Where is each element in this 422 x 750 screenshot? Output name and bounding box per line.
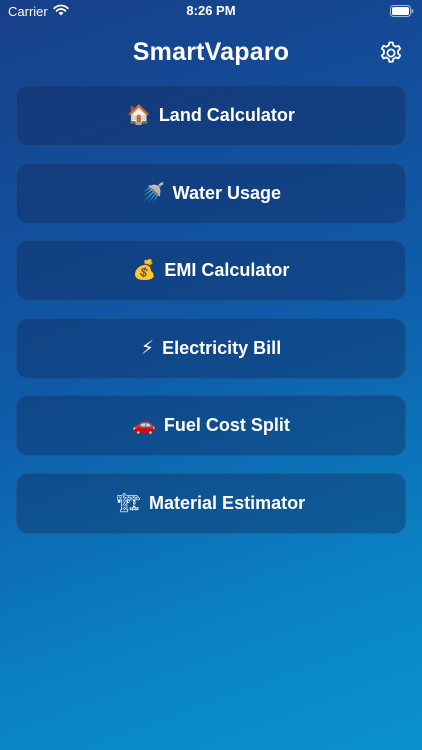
app-title: SmartVaparo — [132, 38, 290, 66]
lightning-icon: ⚡ — [140, 336, 155, 359]
emi-calculator-button[interactable]: 💰 EMI Calculator — [16, 240, 406, 301]
land-calculator-label: Land Calculator — [158, 105, 295, 125]
emi-calculator-label: EMI Calculator — [164, 260, 290, 280]
water-usage-label: Water Usage — [172, 182, 282, 203]
calculator-menu: 🏠 Land Calculator 🚿 Water Usage 💰 EMI Ca… — [16, 85, 406, 550]
land-calculator-button[interactable]: 🏠 Land Calculator — [16, 85, 406, 146]
material-estimator-button[interactable]: 🏗 Material Estimator — [16, 472, 406, 534]
water-usage-button[interactable]: 🚿 Water Usage — [16, 162, 406, 224]
status-time: 8:26 PM — [186, 3, 236, 18]
house-icon: 🏠 — [127, 104, 151, 126]
gear-icon[interactable] — [378, 40, 404, 66]
status-bar: Carrier 8:26 PM — [0, 0, 422, 22]
electricity-bill-label: Electricity Bill — [162, 337, 282, 358]
money-bag-icon: 💰 — [132, 259, 157, 281]
battery-icon — [390, 5, 414, 17]
crane-icon: 🏗 — [116, 491, 142, 514]
car-icon: 🚗 — [132, 414, 156, 436]
material-estimator-label: Material Estimator — [149, 492, 306, 513]
electricity-bill-button[interactable]: ⚡ Electricity Bill — [16, 317, 406, 379]
settings-button[interactable] — [378, 40, 404, 66]
fuel-cost-split-label: Fuel Cost Split — [163, 415, 290, 435]
app-screen: Carrier 8:26 PM SmartVaparo 🏠 Land Calcu… — [0, 0, 422, 750]
fuel-cost-split-button[interactable]: 🚗 Fuel Cost Split — [16, 395, 406, 456]
shower-icon: 🚿 — [140, 181, 165, 204]
